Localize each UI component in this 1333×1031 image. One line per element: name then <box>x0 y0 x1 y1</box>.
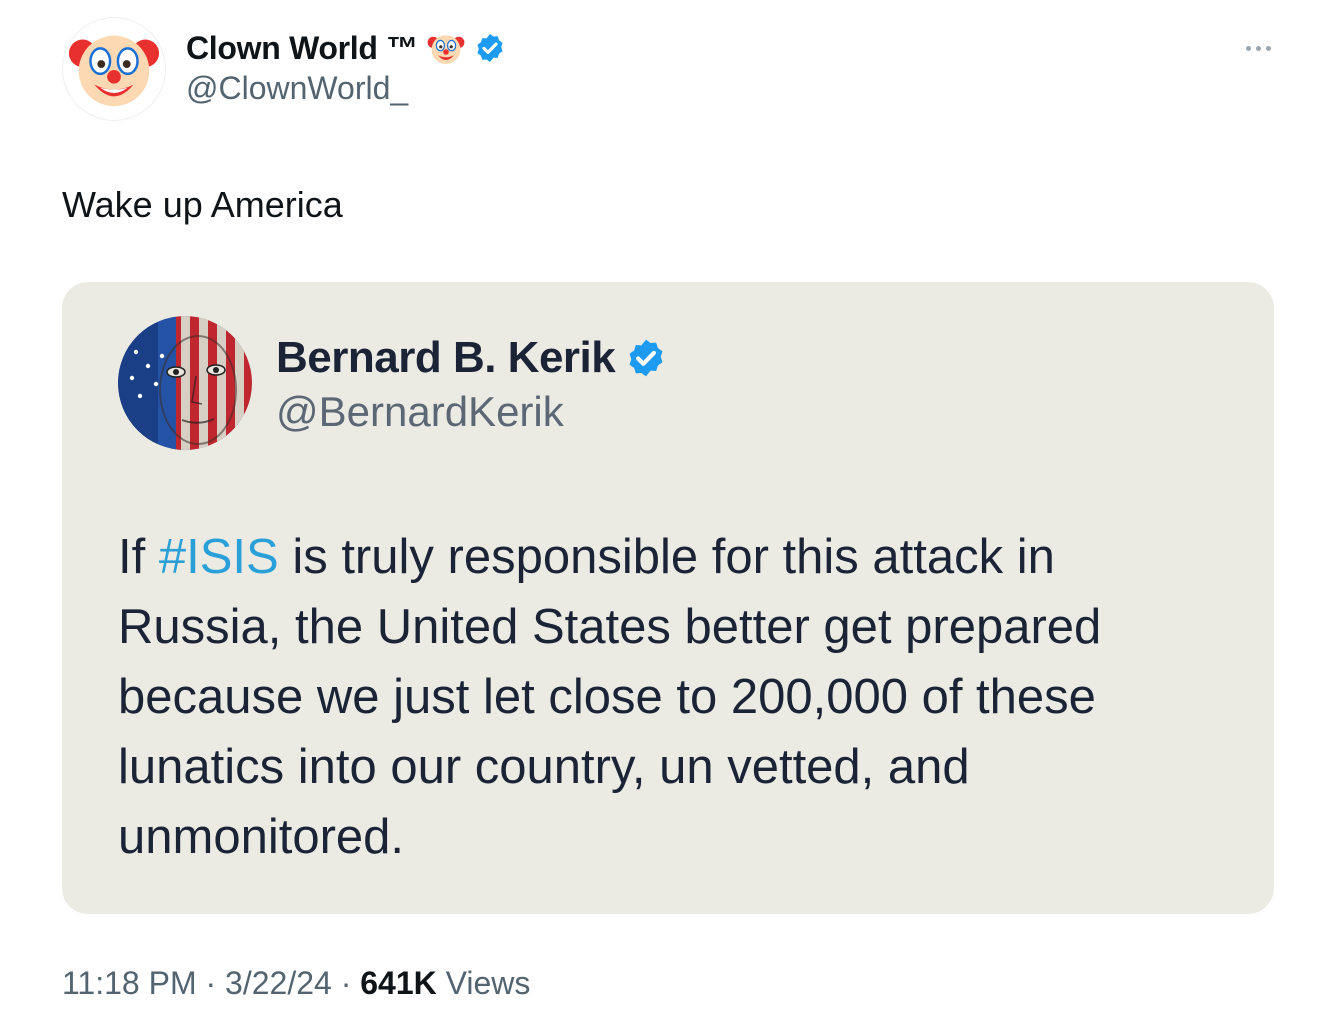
tweet-meta: 11:18 PM · 3/22/24 · 641K Views <box>62 965 530 1002</box>
quoted-tweet-text: If #ISIS is truly responsible for this a… <box>118 522 1238 872</box>
views-label: Views <box>436 965 531 1001</box>
quoted-text-line: lunatics into our country, un vetted, an… <box>118 740 970 794</box>
quoted-author-avatar[interactable] <box>118 316 252 450</box>
quoted-author-display-name[interactable]: Bernard B. Kerik <box>276 333 616 383</box>
verified-badge-icon <box>625 337 667 379</box>
verified-badge-icon <box>474 32 506 64</box>
hashtag-link[interactable]: #ISIS <box>159 530 279 584</box>
tweet-time[interactable]: 11:18 PM <box>62 965 197 1001</box>
more-options-button[interactable] <box>1238 34 1278 62</box>
author-name-row: Clown World ™ <box>186 26 506 70</box>
quoted-text-line: because we just let close to 200,000 of … <box>118 670 1096 724</box>
more-horizontal-icon <box>1255 45 1261 51</box>
clown-face-icon <box>426 28 466 68</box>
tweet-text: Wake up America <box>62 184 343 225</box>
quoted-text-fragment: If <box>118 530 159 584</box>
quoted-text-line: If #ISIS is truly responsible for this a… <box>118 522 1238 592</box>
quoted-tweet-card[interactable]: Bernard B. Kerik @BernardKerik If #ISIS … <box>62 282 1274 914</box>
author-handle[interactable]: @ClownWorld_ <box>186 70 408 107</box>
meta-separator: · <box>196 965 226 1001</box>
views-count[interactable]: 641K <box>360 965 437 1001</box>
quoted-text-line: Russia, the United States better get pre… <box>118 600 1102 654</box>
clown-face-icon <box>65 18 163 121</box>
more-horizontal-icon <box>1245 45 1251 51</box>
quoted-author-handle[interactable]: @BernardKerik <box>276 388 564 436</box>
quoted-text-fragment: is truly responsible for this attack in <box>278 530 1055 584</box>
more-horizontal-icon <box>1265 45 1271 51</box>
author-display-name[interactable]: Clown World ™ <box>186 30 418 67</box>
quoted-author-name-row: Bernard B. Kerik <box>276 330 667 386</box>
quoted-text-line: unmonitored. <box>118 810 405 864</box>
flag-painted-face-avatar <box>118 316 252 450</box>
meta-separator: · <box>331 965 361 1001</box>
author-avatar[interactable] <box>62 17 166 121</box>
tweet-date[interactable]: 3/22/24 <box>225 965 332 1001</box>
